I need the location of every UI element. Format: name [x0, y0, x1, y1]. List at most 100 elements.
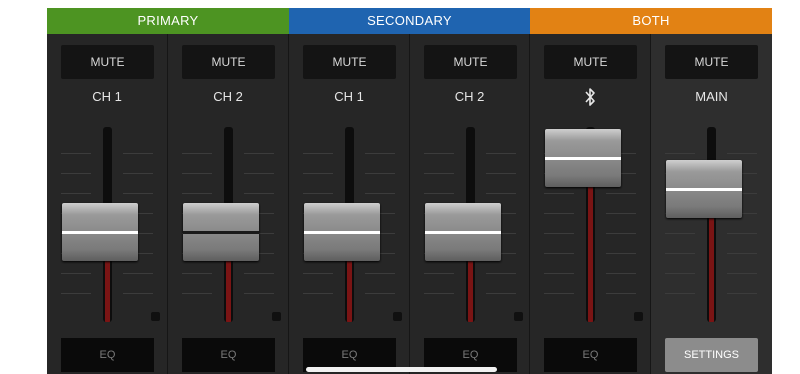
- fader-knob[interactable]: [304, 203, 380, 262]
- fader-knob[interactable]: [62, 203, 138, 262]
- channel-strip-main: MUTE MAIN SETTINGS: [651, 34, 772, 374]
- mute-button[interactable]: MUTE: [544, 45, 637, 79]
- channel-strip-primary-ch1: MUTE CH 1 EQ: [47, 34, 168, 374]
- fader-knob[interactable]: [545, 129, 621, 188]
- scale-tick: [244, 293, 274, 294]
- scale-tick: [365, 293, 395, 294]
- mute-button[interactable]: MUTE: [61, 45, 154, 79]
- scale-tick: [424, 293, 454, 294]
- scale-tick: [665, 253, 695, 254]
- scale-tick: [123, 193, 153, 194]
- scale-tick: [424, 273, 454, 274]
- scale-tick: [606, 193, 636, 194]
- scale-tick: [244, 173, 274, 174]
- eq-button[interactable]: EQ: [544, 338, 637, 372]
- scale-tick: [61, 153, 91, 154]
- scale-tick: [606, 293, 636, 294]
- eq-button[interactable]: EQ: [182, 338, 275, 372]
- channel-label: CH 2: [213, 89, 243, 104]
- scale-tick: [303, 153, 333, 154]
- scale-tick: [727, 273, 757, 274]
- scale-tick: [244, 153, 274, 154]
- scale-tick: [123, 293, 153, 294]
- group-header-primary: PRIMARY: [47, 8, 289, 34]
- bluetooth-icon: [530, 87, 650, 107]
- eq-button[interactable]: EQ: [61, 338, 154, 372]
- scale-tick: [486, 193, 516, 194]
- scale-tick: [61, 273, 91, 274]
- settings-button[interactable]: SETTINGS: [665, 338, 758, 372]
- fader-knob[interactable]: [183, 203, 259, 262]
- scale-tick: [365, 193, 395, 194]
- scale-tick: [486, 153, 516, 154]
- scale-tick: [61, 173, 91, 174]
- scale-tick: [424, 173, 454, 174]
- scale-tick: [123, 153, 153, 154]
- scale-tick: [727, 293, 757, 294]
- scale-tick: [303, 293, 333, 294]
- scale-tick: [365, 153, 395, 154]
- fader-knob[interactable]: [425, 203, 501, 262]
- scale-tick: [727, 233, 757, 234]
- scale-tick: [365, 273, 395, 274]
- clip-indicator: [634, 312, 643, 321]
- clip-indicator: [514, 312, 523, 321]
- mute-button[interactable]: MUTE: [182, 45, 275, 79]
- scale-tick: [244, 273, 274, 274]
- scale-tick: [182, 173, 212, 174]
- mute-button[interactable]: MUTE: [665, 45, 758, 79]
- scale-tick: [544, 253, 574, 254]
- scale-tick: [727, 153, 757, 154]
- channel-strip-bluetooth: MUTE EQ: [530, 34, 651, 374]
- home-indicator[interactable]: [306, 367, 497, 372]
- scale-tick: [61, 193, 91, 194]
- scale-tick: [424, 153, 454, 154]
- clip-indicator: [393, 312, 402, 321]
- scale-tick: [606, 273, 636, 274]
- channel-strip-primary-ch2: MUTE CH 2 EQ: [168, 34, 289, 374]
- channel-label: CH 2: [454, 89, 485, 104]
- scale-tick: [303, 193, 333, 194]
- scale-tick: [665, 293, 695, 294]
- scale-tick: [665, 153, 695, 154]
- scale-tick: [486, 293, 516, 294]
- scale-tick: [182, 293, 212, 294]
- scale-tick: [182, 273, 212, 274]
- group-header-secondary: SECONDARY: [289, 8, 530, 34]
- scale-tick: [303, 173, 333, 174]
- scale-tick: [606, 253, 636, 254]
- scale-tick: [727, 253, 757, 254]
- scale-tick: [182, 193, 212, 194]
- group-header-both: BOTH: [530, 8, 772, 34]
- scale-tick: [123, 173, 153, 174]
- mute-button[interactable]: MUTE: [424, 45, 517, 79]
- scale-tick: [182, 153, 212, 154]
- scale-tick: [424, 193, 454, 194]
- scale-tick: [544, 273, 574, 274]
- fader-knob[interactable]: [666, 160, 742, 219]
- scale-tick: [61, 293, 91, 294]
- channel-strip-secondary-ch2: MUTE CH 2 EQ: [410, 34, 530, 374]
- channel-label: MAIN: [695, 89, 728, 104]
- scale-tick: [665, 233, 695, 234]
- scale-tick: [544, 213, 574, 214]
- scale-tick: [486, 173, 516, 174]
- scale-tick: [365, 173, 395, 174]
- mute-button[interactable]: MUTE: [303, 45, 396, 79]
- scale-tick: [244, 193, 274, 194]
- channel-strip-secondary-ch1: MUTE CH 1 EQ: [289, 34, 410, 374]
- scale-tick: [544, 193, 574, 194]
- scale-tick: [606, 233, 636, 234]
- channel-label: CH 1: [92, 89, 122, 104]
- fader-track[interactable]: [707, 127, 716, 322]
- scale-tick: [123, 273, 153, 274]
- scale-tick: [486, 273, 516, 274]
- clip-indicator: [151, 312, 160, 321]
- scale-tick: [544, 293, 574, 294]
- channel-label: CH 1: [334, 89, 364, 104]
- mixer-panel: PRIMARY SECONDARY BOTH MUTE CH 1 EQ MUTE…: [47, 8, 772, 374]
- scale-tick: [665, 273, 695, 274]
- scale-tick: [303, 273, 333, 274]
- scale-tick: [544, 233, 574, 234]
- scale-tick: [606, 213, 636, 214]
